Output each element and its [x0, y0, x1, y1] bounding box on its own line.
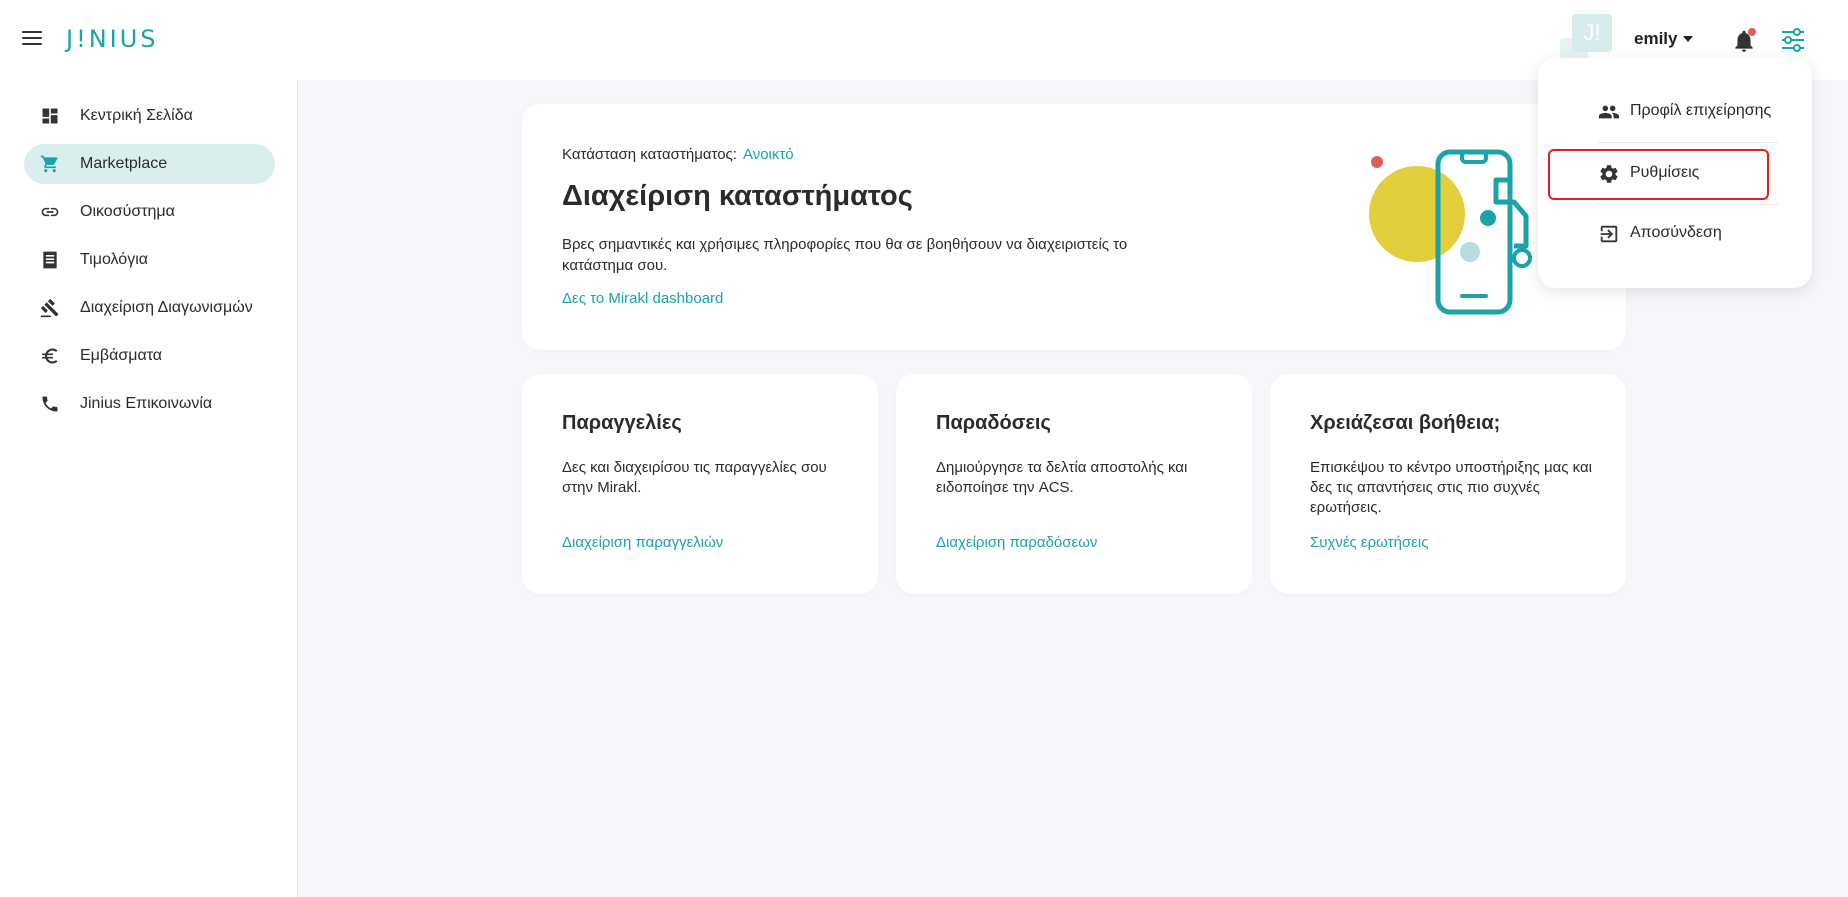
- phone-illustration: [1369, 149, 1532, 315]
- avatar[interactable]: J!: [1572, 14, 1612, 52]
- manage-deliveries-link[interactable]: Διαχείριση παραδόσεων: [936, 534, 1097, 551]
- caret-down-icon: [1683, 36, 1694, 42]
- sidebar-item-label: Τιμολόγια: [80, 251, 149, 268]
- sidebar-item-contact[interactable]: Jinius Επικοινωνία: [24, 384, 275, 424]
- menu-item-label: Αποσύνδεση: [1630, 224, 1722, 241]
- link-icon: [41, 207, 59, 217]
- people-icon: [1598, 105, 1620, 119]
- sidebar-item-transfers[interactable]: Εμβάσματα: [24, 336, 275, 376]
- orders-card-title: Παραγγελίες: [562, 412, 682, 434]
- user-menu-button[interactable]: emily: [1634, 29, 1694, 49]
- divider: [1598, 204, 1778, 205]
- menu-icon[interactable]: [22, 31, 42, 47]
- menu-item-logout[interactable]: Αποσύνδεση: [1548, 208, 1802, 258]
- euro-icon: [41, 348, 58, 364]
- menu-item-business-profile[interactable]: Προφίλ επιχείρησης: [1548, 86, 1802, 136]
- sidebar-item-invoices[interactable]: Τιμολόγια: [24, 240, 275, 280]
- divider: [1598, 142, 1778, 143]
- username: emily: [1634, 29, 1678, 48]
- store-status-label: Κατάσταση καταστήματος:: [562, 146, 737, 163]
- jinius-logo[interactable]: J!NIUS: [66, 25, 159, 53]
- page-title: Διαχείριση καταστήματος: [562, 180, 913, 212]
- menu-item-label: Προφίλ επιχείρησης: [1630, 102, 1772, 119]
- help-card: Χρειάζεσαι βοήθεια; Επισκέψου το κέντρο …: [1270, 374, 1626, 594]
- logout-icon: [1600, 225, 1618, 243]
- orders-card: Παραγγελίες Δες και διαχειρίσου τις παρα…: [522, 374, 878, 594]
- hero-description: Βρες σημαντικές και χρήσιμες πληροφορίες…: [562, 236, 1128, 274]
- sidebar-item-home[interactable]: Κεντρική Σελίδα: [24, 96, 275, 136]
- store-status-value: Ανοικτό: [742, 146, 794, 163]
- receipt-icon: [43, 251, 57, 269]
- sidebar-item-label: Jinius Επικοινωνία: [80, 395, 213, 412]
- manage-orders-link[interactable]: Διαχείριση παραγγελιών: [562, 534, 723, 551]
- sidebar-item-label: Διαχείριση Διαγωνισμών: [80, 299, 253, 316]
- sidebar-item-label: Marketplace: [80, 155, 168, 172]
- sidebar-item-label: Οικοσύστημα: [80, 203, 175, 220]
- sidebar-item-ecosystem[interactable]: Οικοσύστημα: [24, 192, 275, 232]
- deliveries-card-title: Παραδόσεις: [936, 412, 1051, 434]
- store-status: Κατάσταση καταστήματος: Ανοικτό: [562, 146, 794, 163]
- faq-link[interactable]: Συχνές ερωτήσεις: [1310, 534, 1428, 551]
- mirakl-dashboard-link[interactable]: Δες το Mirakl dashboard: [562, 290, 723, 307]
- settings-highlight-box: [1548, 149, 1769, 200]
- notification-dot: [1748, 28, 1756, 36]
- store-management-card: Κατάσταση καταστήματος: Ανοικτό Διαχείρισ…: [522, 104, 1626, 350]
- dashboard-icon: [42, 108, 58, 124]
- sidebar-item-tenders[interactable]: Διαχείριση Διαγωνισμών: [24, 288, 275, 328]
- help-card-title: Χρειάζεσαι βοήθεια;: [1310, 412, 1501, 434]
- gavel-icon: [40, 298, 59, 318]
- phone-icon: [42, 396, 58, 412]
- orders-card-text: Δες και διαχειρίσου τις παραγγελίες σου …: [562, 459, 827, 496]
- help-card-text: Επισκέψου το κέντρο υποστήριξης μας και …: [1310, 459, 1592, 516]
- settings-sliders-icon[interactable]: [1779, 26, 1807, 54]
- sidebar-item-marketplace[interactable]: Marketplace: [24, 144, 275, 184]
- sidebar-item-label: Εμβάσματα: [80, 347, 163, 364]
- sidebar-item-label: Κεντρική Σελίδα: [80, 107, 193, 124]
- sidebar: Κεντρική Σελίδα Marketplace Οικοσύστημα …: [0, 80, 298, 897]
- deliveries-card-text: Δημιούργησε τα δελτία αποστολής και ειδο…: [936, 459, 1188, 496]
- cart-icon: [40, 155, 58, 173]
- deliveries-card: Παραδόσεις Δημιούργησε τα δελτία αποστολ…: [896, 374, 1252, 594]
